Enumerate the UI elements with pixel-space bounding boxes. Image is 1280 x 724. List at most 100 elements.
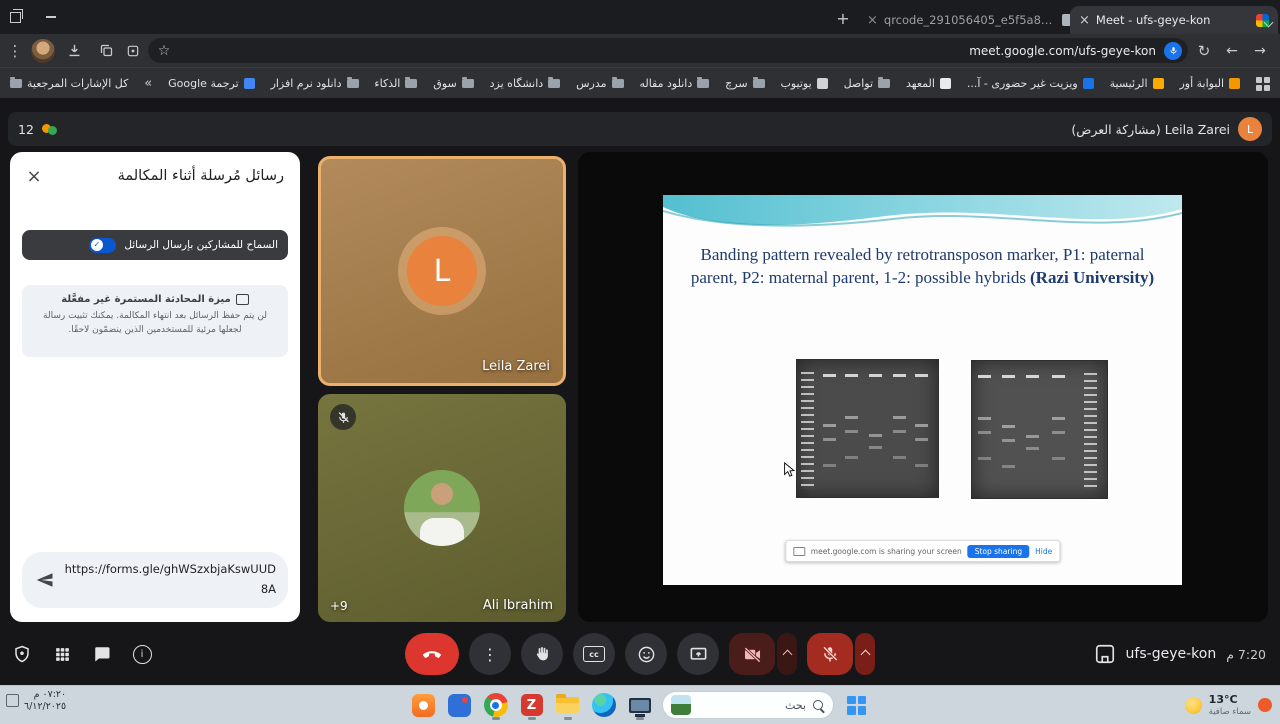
favicon-icon (1153, 78, 1164, 89)
back-button[interactable]: → (1248, 34, 1272, 67)
chat-button[interactable] (92, 644, 112, 664)
bookmark-item[interactable]: المعهد (906, 77, 951, 90)
profile-avatar[interactable] (30, 34, 56, 67)
mic-off-button[interactable] (807, 633, 853, 675)
windows-logo-icon (847, 696, 866, 715)
taskbar-chrome[interactable] (482, 690, 509, 720)
start-button[interactable] (843, 690, 870, 720)
reactions-button[interactable] (625, 633, 667, 675)
window-restore-button[interactable] (8, 10, 22, 24)
mic-permission-icon[interactable] (1164, 42, 1182, 60)
apps-grid-icon[interactable] (1256, 77, 1270, 91)
more-options-button[interactable]: ⋮ (469, 633, 511, 675)
folder-icon (878, 79, 890, 88)
video-tile-leila[interactable]: L Leila Zarei (318, 156, 566, 386)
taskbar-edge[interactable] (590, 690, 617, 720)
bookmark-label: دانشگاه یزد (490, 77, 544, 90)
camera-off-icon (743, 645, 762, 664)
downloads-button[interactable] (62, 34, 86, 67)
tab-title: Meet - ufs-geye-kon (1096, 13, 1250, 27)
host-controls-button[interactable] (12, 644, 32, 664)
new-tab-button[interactable]: + (832, 7, 854, 29)
hide-toast-link[interactable]: Hide (1035, 547, 1052, 556)
window-minimize-button[interactable] (44, 10, 58, 24)
close-tab-icon[interactable]: × (867, 13, 878, 28)
taskbar-z-app[interactable]: Z (518, 690, 545, 720)
bookmark-item[interactable]: سوق (433, 77, 473, 90)
bookmark-item[interactable]: سرچ (725, 77, 764, 90)
forward-button[interactable]: ← (1220, 34, 1244, 67)
raise-hand-button[interactable] (521, 633, 563, 675)
bookmarks-overflow-button[interactable]: « (144, 76, 152, 91)
taskbar-file-explorer[interactable] (554, 690, 581, 720)
camera-off-button[interactable] (729, 633, 775, 675)
stop-sharing-button[interactable]: Stop sharing (968, 545, 1029, 558)
participant-photo (404, 470, 480, 546)
notification-icon[interactable] (6, 694, 19, 707)
chevron-down-icon[interactable] (1265, 11, 1272, 30)
screen: + × qrcode_291056405_e5f5a8bcb... × Meet… (0, 0, 1280, 724)
bookmark-item[interactable]: دانلود نرم افزار (271, 77, 359, 90)
video-tile-ali[interactable]: +9 Ali Ibrahim (318, 394, 566, 622)
tab-qrcode[interactable]: × qrcode_291056405_e5f5a8bcb... (858, 6, 1082, 34)
bookmark-item[interactable]: البوابة أور (1179, 77, 1240, 90)
taskbar-weather-widget[interactable]: 13°C سماء صافية (1185, 686, 1272, 724)
taskbar-time: ٠٧:٢٠ م (24, 689, 66, 701)
bookmark-item[interactable]: تواصل (844, 77, 890, 90)
windows-taskbar: ٠٧:٢٠ م ٦/١٢/٢٠٢٥ Z بحث 13°C سماء صافي (0, 685, 1280, 724)
bookmark-star-icon[interactable]: ☆ (154, 43, 174, 59)
allow-messages-toggle[interactable] (89, 238, 116, 253)
mic-options-chevron[interactable] (855, 633, 875, 675)
taskbar-app-orange[interactable] (410, 690, 437, 720)
all-bookmarks-button[interactable]: كل الإشارات المرجعية (10, 77, 128, 90)
reload-button[interactable]: ↻ (1192, 34, 1216, 67)
presenter-avatar[interactable]: L (1238, 117, 1262, 141)
favicon-icon (1083, 78, 1094, 89)
bookmarks-bar: كل الإشارات المرجعية « ترجمة Google دانل… (0, 67, 1280, 99)
bookmark-item[interactable]: الذكاء (374, 77, 417, 90)
captions-button[interactable]: cc (573, 633, 615, 675)
presentation-area[interactable]: Banding pattern revealed by retrotranspo… (578, 152, 1268, 622)
extension-button[interactable] (94, 34, 118, 67)
folder-icon (612, 79, 624, 88)
taskbar-search[interactable]: بحث (662, 691, 834, 719)
bookmark-item[interactable]: دانلود مقاله (639, 77, 709, 90)
chat-message-input[interactable]: https://forms.gle/ghWSzxbjaKswUUD8A (64, 560, 276, 599)
browser-menu-button[interactable]: ⋮ (4, 34, 26, 67)
url-text[interactable]: meet.google.com/ufs-geye-kon (174, 44, 1164, 58)
folder-icon (697, 79, 709, 88)
present-screen-button[interactable] (677, 633, 719, 675)
taskbar-corner-badge[interactable] (1258, 698, 1272, 712)
meeting-details-button[interactable]: i (132, 644, 152, 664)
bookmark-item[interactable]: ویزیت غیر حضوری - آ... (967, 77, 1094, 90)
participants-count[interactable]: 12 (18, 122, 34, 137)
tab-meet[interactable]: × Meet - ufs-geye-kon (1070, 6, 1278, 34)
activities-button[interactable] (52, 644, 72, 664)
bookmark-item[interactable]: ترجمة Google (168, 77, 254, 90)
bookmark-item[interactable]: مدرس (576, 77, 623, 90)
taskbar-display-app[interactable] (626, 690, 653, 720)
bookmark-item[interactable]: دانشگاه یزد (490, 77, 561, 90)
overflow-count-badge[interactable]: +9 (330, 599, 348, 613)
gel-ladder-lane (801, 372, 814, 489)
address-bar[interactable]: ☆ meet.google.com/ufs-geye-kon (148, 38, 1188, 63)
taskbar-app-blue[interactable] (446, 690, 473, 720)
folder-icon (548, 79, 560, 88)
extension-button[interactable] (122, 34, 144, 67)
weather-temp: 13°C (1209, 693, 1251, 706)
bookmark-label: الذكاء (374, 77, 400, 90)
taskbar-clock-area[interactable]: ٠٧:٢٠ م ٦/١٢/٢٠٢٥ (6, 689, 66, 713)
close-tab-icon[interactable]: × (1079, 13, 1090, 28)
close-panel-button[interactable]: × (22, 164, 46, 188)
bookmark-item[interactable]: الرئيسية (1110, 77, 1164, 90)
app-icon (412, 694, 435, 717)
chat-history-icon (236, 294, 249, 305)
sharing-message: meet.google.com is sharing your screen (811, 547, 962, 556)
send-message-button[interactable] (34, 569, 56, 591)
end-call-button[interactable] (405, 633, 459, 675)
bookmark-label: دانلود مقاله (639, 77, 692, 90)
participant-avatar: L (407, 236, 477, 306)
bookmark-item[interactable]: یوتیوب (780, 77, 827, 90)
bookmark-label: تواصل (844, 77, 873, 90)
camera-options-chevron[interactable] (777, 633, 797, 675)
